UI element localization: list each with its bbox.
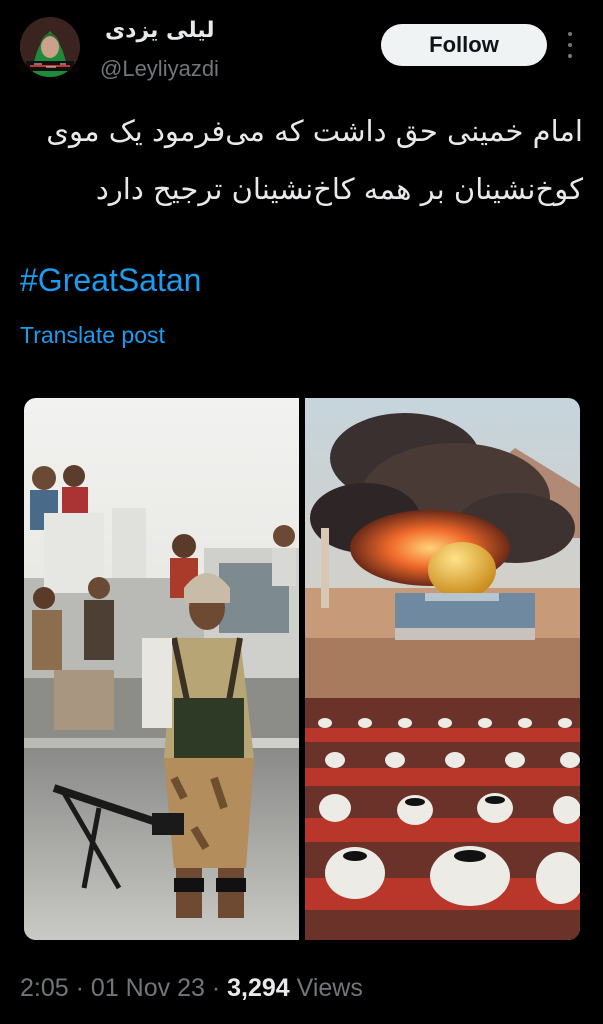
meta-separator: · [75, 974, 84, 1002]
avatar-image [20, 17, 80, 77]
avatar[interactable] [20, 17, 80, 77]
more-dot [568, 54, 572, 58]
views-label: Views [296, 974, 363, 1002]
hashtag-link[interactable]: #GreatSatan [20, 262, 201, 299]
follow-button[interactable]: Follow [381, 24, 547, 66]
post-time[interactable]: 2:05 [20, 974, 69, 1002]
meta-separator: · [211, 974, 221, 1002]
explosion-image [305, 398, 580, 940]
display-name[interactable]: لیلی یزدی [105, 18, 215, 43]
more-dot [568, 32, 572, 36]
post-meta: 2:05 · 01 Nov 23 · 3,294 Views [20, 974, 363, 1003]
translate-post-link[interactable]: Translate post [20, 322, 165, 349]
handle[interactable]: @Leyliyazdi [100, 56, 219, 82]
post-date[interactable]: 01 Nov 23 [91, 974, 205, 1002]
fighter-photo [24, 398, 299, 940]
media-photo-left[interactable] [24, 398, 299, 940]
more-dot [568, 43, 572, 47]
more-icon[interactable] [566, 32, 574, 58]
views-count: 3,294 [227, 974, 290, 1002]
media-photo-right[interactable] [305, 398, 580, 940]
post-text: امام خمینی حق داشت که می‌فرمود یک موی کو… [46, 114, 583, 206]
media-gallery[interactable] [24, 398, 580, 940]
